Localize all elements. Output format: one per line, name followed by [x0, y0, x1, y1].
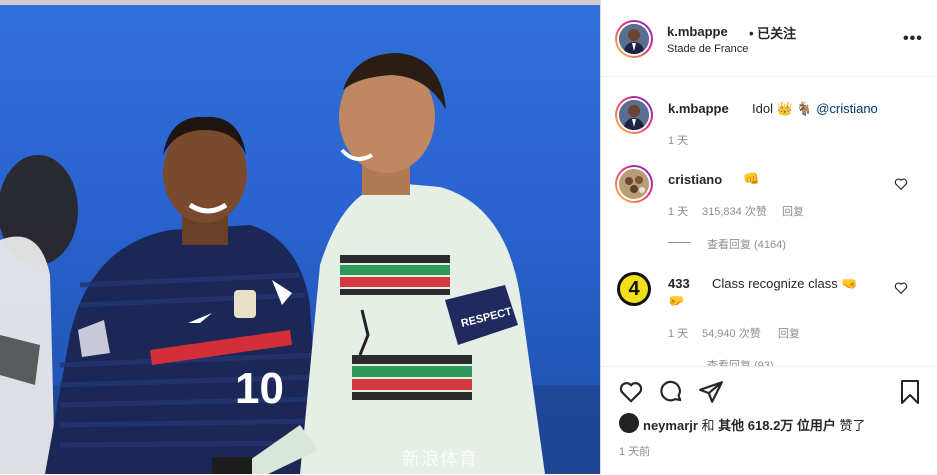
comment-like-count[interactable]: 315,834 次赞 — [702, 203, 767, 219]
svg-text:10: 10 — [235, 364, 284, 413]
comment-reply-button[interactable]: 回复 — [782, 203, 804, 219]
avatar-image — [619, 169, 649, 199]
avatar-image — [619, 24, 649, 54]
caption-time: 1 天 — [668, 135, 689, 147]
photo-illustration: 10 RESPECT — [0, 53, 600, 474]
post-action-bar: neymarjr 和 其他 618.2万 位用户 赞了 1 天前 — [601, 366, 937, 475]
author-username[interactable]: k.mbappe — [667, 24, 728, 39]
caption-body: Idol 👑 🐐 — [752, 101, 813, 116]
comment-avatar[interactable] — [615, 165, 653, 203]
send-icon[interactable] — [698, 379, 724, 405]
caption-avatar[interactable] — [615, 96, 653, 134]
follow-status-button[interactable]: • 已关注 — [749, 23, 796, 42]
post-photo[interactable]: 10 RESPECT 新浪体育 — [0, 5, 600, 474]
comment-like-count[interactable]: 54,940 次赞 — [702, 325, 761, 341]
comment-time: 1 天 — [668, 328, 689, 340]
view-replies-button[interactable]: 查看回复 (4164) — [707, 236, 786, 252]
comment-reply-button[interactable]: 回复 — [778, 325, 800, 341]
more-options-button[interactable]: ••• — [903, 30, 923, 48]
comment-text-continued: 🤛 — [668, 293, 685, 308]
heart-icon[interactable] — [618, 379, 644, 405]
post-time: 1 天前 — [619, 446, 651, 458]
comment-username[interactable]: cristiano — [668, 172, 722, 187]
watermark-text: 新浪体育 — [402, 449, 478, 470]
author-avatar[interactable] — [615, 20, 653, 58]
liked-by-suffix: 赞了 — [835, 418, 866, 433]
other-likers-count[interactable]: 其他 618.2万 位用户 — [718, 418, 836, 433]
liker-username[interactable]: neymarjr — [643, 418, 698, 433]
avatar-433-logo: 4 — [620, 275, 648, 303]
comment-text: 👊 — [743, 171, 760, 186]
avatar-image — [619, 100, 649, 130]
replies-divider — [668, 242, 690, 243]
post-header: k.mbappe • 已关注 Stade de France ••• — [601, 0, 937, 77]
caption-username[interactable]: k.mbappe — [668, 101, 729, 116]
liked-by-connector: 和 — [697, 418, 719, 433]
caption-mention-link[interactable]: @cristiano — [816, 101, 878, 116]
liker-avatar[interactable] — [619, 413, 639, 433]
comment-avatar[interactable]: 4 — [617, 272, 651, 306]
comment-text: Class recognize class 🤜 — [712, 276, 858, 291]
caption-text: Idol 👑 🐐 @cristiano — [752, 101, 878, 117]
comment-username[interactable]: 433 — [668, 276, 690, 291]
comment-like-heart-icon[interactable] — [894, 177, 908, 191]
comment-icon[interactable] — [658, 379, 684, 405]
post-location[interactable]: Stade de France — [667, 43, 748, 55]
post-side-panel: k.mbappe • 已关注 Stade de France ••• k.mba… — [600, 0, 937, 475]
comment-time: 1 天 — [668, 206, 689, 218]
liked-by-summary[interactable]: neymarjr 和 其他 618.2万 位用户 赞了 — [643, 415, 866, 434]
comment-like-heart-icon[interactable] — [894, 281, 908, 295]
bookmark-icon[interactable] — [898, 379, 922, 405]
